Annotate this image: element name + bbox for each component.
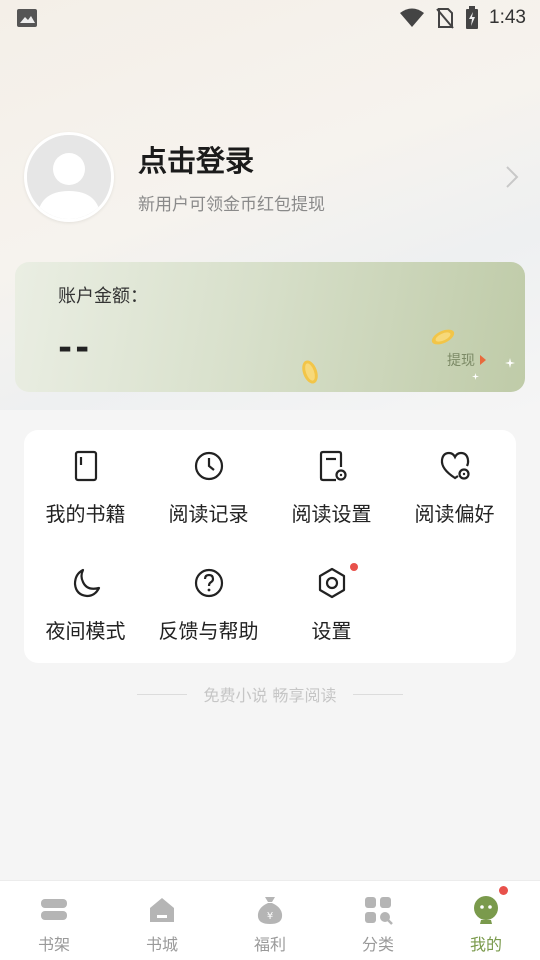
gold-coin-icon [431, 329, 455, 345]
wifi-icon [400, 8, 425, 27]
nav-item-mine[interactable]: 我的 [432, 881, 540, 960]
nav-item-welfare[interactable]: ¥ 福利 [216, 881, 324, 960]
bottom-nav: 书架 书城 ¥ 福利 分类 我的 [0, 880, 540, 960]
login-subtitle: 新用户可领金币红包提现 [138, 195, 325, 215]
nav-item-bookstore[interactable]: 书城 [108, 881, 216, 960]
menu-item-label: 夜间模式 [45, 619, 126, 643]
divider [137, 693, 188, 695]
divider [352, 693, 403, 695]
money-bag-icon: ¥ [257, 897, 283, 924]
menu-item-label: 我的书籍 [45, 502, 126, 526]
status-bar: 1:43 [0, 0, 540, 36]
balance-label: 账户金额： [58, 286, 148, 307]
menu-item-reading-history[interactable]: 阅读记录 [147, 430, 270, 530]
login-title[interactable]: 点击登录 [138, 138, 254, 180]
sparkle-icon [472, 373, 479, 380]
gold-coin-icon [302, 360, 318, 384]
image-notification-icon [17, 9, 37, 27]
nav-label: 书架 [37, 935, 70, 954]
notification-dot [499, 886, 508, 895]
menu-item-reading-preference[interactable]: 阅读偏好 [393, 430, 516, 530]
chevron-right-icon[interactable] [502, 162, 522, 192]
account-balance-card[interactable]: 账户金额： -- 提现 [15, 262, 525, 392]
menu-item-night-mode[interactable]: 夜间模式 [24, 547, 147, 647]
help-icon [194, 568, 224, 598]
avatar[interactable] [24, 132, 114, 222]
nav-label: 福利 [253, 935, 286, 954]
default-avatar-icon [27, 135, 111, 219]
clock-icon [194, 451, 224, 481]
reading-settings-icon [319, 450, 347, 482]
balance-value: -- [58, 328, 93, 368]
moon-icon [73, 568, 101, 598]
status-time: 1:43 [489, 7, 526, 28]
category-icon [365, 897, 393, 925]
menu-item-feedback-help[interactable]: 反馈与帮助 [147, 547, 270, 647]
heart-settings-icon [440, 451, 470, 480]
menu-item-settings[interactable]: 设置 [270, 547, 393, 647]
menu-item-label: 阅读记录 [168, 502, 249, 526]
nav-item-bookshelf[interactable]: 书架 [0, 881, 108, 960]
sparkle-icon [505, 358, 515, 368]
bookshelf-icon [41, 899, 67, 920]
menu-item-reading-settings[interactable]: 阅读设置 [270, 430, 393, 530]
battery-charging-icon [466, 6, 479, 29]
bookstore-icon [150, 898, 174, 922]
triangle-right-icon [480, 355, 486, 365]
nav-label: 书城 [145, 935, 178, 954]
nav-label: 我的 [469, 935, 502, 954]
gear-icon [318, 567, 346, 599]
no-sim-icon [436, 8, 454, 29]
book-icon [74, 450, 98, 482]
menu-item-label: 阅读偏好 [414, 502, 495, 526]
menu-item-label: 设置 [311, 619, 352, 643]
login-profile-row[interactable]: 点击登录 新用户可领金币红包提现 [24, 132, 524, 224]
withdraw-label[interactable]: 提现 [447, 350, 475, 370]
profile-face-icon [474, 896, 498, 924]
notification-dot [350, 563, 358, 571]
nav-label: 分类 [361, 935, 394, 954]
withdraw-link[interactable]: 提现 [447, 350, 487, 370]
slogan: 免费小说 畅享阅读 [0, 682, 540, 706]
menu-item-label: 阅读设置 [291, 502, 372, 526]
nav-item-category[interactable]: 分类 [324, 881, 432, 960]
menu-item-my-books[interactable]: 我的书籍 [24, 430, 147, 530]
menu-item-label: 反馈与帮助 [158, 619, 259, 643]
svg-text:¥: ¥ [267, 911, 273, 922]
slogan-text: 免费小说 畅享阅读 [203, 686, 337, 705]
feature-grid: 我的书籍 阅读记录 阅读设置 阅读偏好 夜间模式 反馈与帮助 设置 [24, 430, 516, 663]
